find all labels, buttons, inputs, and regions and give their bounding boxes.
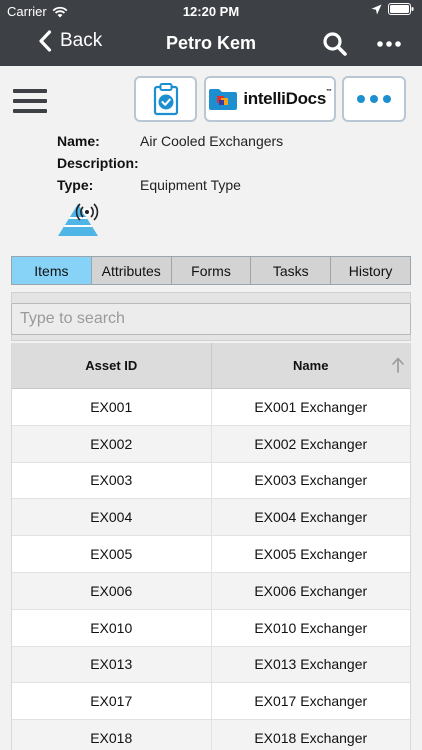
- search-input[interactable]: [11, 303, 411, 335]
- chevron-left-icon: [39, 30, 52, 52]
- folder-icon: [209, 89, 238, 110]
- tab-history[interactable]: History: [331, 257, 410, 284]
- table-row[interactable]: EX006 EX006 Exchanger: [12, 572, 410, 610]
- table-row[interactable]: EX010 EX010 Exchanger: [12, 609, 410, 647]
- cell-name: EX013 Exchanger: [254, 656, 368, 673]
- tab-bar: Items Attributes Forms Tasks History: [11, 256, 411, 285]
- back-button[interactable]: Back: [38, 30, 102, 52]
- back-label: Back: [60, 30, 103, 51]
- clipboard-check-icon: [153, 83, 178, 116]
- more-dots-icon: [357, 95, 391, 103]
- more-horizontal-icon[interactable]: [376, 34, 402, 54]
- cell-asset-id: EX018: [12, 720, 212, 750]
- tab-items[interactable]: Items: [12, 257, 92, 284]
- name-value: Air Cooled Exchangers: [140, 133, 284, 149]
- status-bar: Carrier 12:20 PM: [0, 0, 422, 22]
- cell-asset-id: EX017: [12, 683, 212, 720]
- cell-asset-id: EX013: [12, 646, 212, 683]
- hamburger-icon[interactable]: [13, 89, 47, 115]
- name-label: Name:: [57, 133, 100, 149]
- trademark-mark: ™: [325, 89, 332, 95]
- column-header-label: Name: [293, 358, 329, 373]
- details-panel: Name: Air Cooled Exchangers Description:…: [57, 133, 283, 199]
- cell-asset-id: EX001: [12, 389, 212, 425]
- status-time: 12:20 PM: [182, 4, 240, 19]
- cell-name: EX017 Exchanger: [254, 693, 368, 710]
- cell-name: EX002 Exchanger: [254, 435, 368, 452]
- cell-asset-id: EX006: [12, 572, 212, 609]
- type-value: Equipment Type: [140, 177, 241, 193]
- description-row: Description:: [57, 155, 283, 177]
- table-row[interactable]: EX005 EX005 Exchanger: [12, 536, 410, 573]
- navigation-bar: Back Petro Kem: [0, 22, 422, 66]
- cell-asset-id: EX010: [12, 609, 212, 646]
- table-row[interactable]: EX013 EX013 Exchanger: [12, 646, 410, 684]
- tab-tasks[interactable]: Tasks: [251, 257, 332, 284]
- table-row[interactable]: EX017 EX017 Exchanger: [12, 683, 410, 721]
- type-row: Type: Equipment Type: [57, 177, 283, 199]
- pyramid-rfid-icon: [58, 203, 99, 236]
- search-icon[interactable]: [322, 31, 348, 57]
- search-container: [11, 292, 411, 341]
- column-header-name[interactable]: Name: [212, 343, 411, 388]
- battery-icon: [388, 3, 414, 15]
- more-options-button[interactable]: [342, 76, 406, 122]
- column-header-asset-id[interactable]: Asset ID: [12, 343, 212, 388]
- cell-asset-id: EX004: [12, 499, 212, 536]
- table-body: EX001 EX001 Exchanger EX002 EX002 Exchan…: [12, 389, 410, 750]
- cell-name: EX006 Exchanger: [254, 582, 368, 599]
- tab-forms[interactable]: Forms: [172, 257, 252, 284]
- cell-name: EX018 Exchanger: [254, 730, 368, 747]
- table-row[interactable]: EX001 EX001 Exchanger: [12, 389, 410, 426]
- type-label: Type:: [57, 177, 94, 193]
- intellidocs-button[interactable]: intelliDocs™: [204, 76, 336, 122]
- toolbar: intelliDocs™: [0, 66, 422, 126]
- sort-arrow-up-icon: [392, 357, 404, 373]
- status-right: [371, 3, 414, 15]
- cell-asset-id: EX003: [12, 462, 212, 499]
- intellidocs-label: intelliDocs: [243, 89, 326, 108]
- table-row[interactable]: EX002 EX002 Exchanger: [12, 425, 410, 463]
- cell-asset-id: EX005: [12, 536, 212, 572]
- location-arrow-icon: [371, 4, 382, 14]
- table-row[interactable]: EX003 EX003 Exchanger: [12, 462, 410, 500]
- cell-name: EX003 Exchanger: [254, 472, 368, 489]
- tab-attributes[interactable]: Attributes: [92, 257, 172, 284]
- cell-name: EX001 Exchanger: [254, 398, 368, 415]
- cell-asset-id: EX002: [12, 425, 212, 462]
- column-header-label: Asset ID: [85, 358, 138, 373]
- table-row[interactable]: EX018 EX018 Exchanger: [12, 720, 410, 750]
- description-label: Description:: [57, 155, 139, 171]
- items-table: Asset ID Name EX001 EX001 Exchanger EX00…: [11, 343, 411, 750]
- cell-name: EX004 Exchanger: [254, 509, 368, 526]
- name-row: Name: Air Cooled Exchangers: [57, 133, 283, 155]
- table-header: Asset ID Name: [12, 343, 410, 389]
- checklist-button[interactable]: [134, 76, 197, 122]
- cell-name: EX010 Exchanger: [254, 619, 368, 636]
- table-row[interactable]: EX004 EX004 Exchanger: [12, 499, 410, 537]
- cell-name: EX005 Exchanger: [254, 546, 368, 563]
